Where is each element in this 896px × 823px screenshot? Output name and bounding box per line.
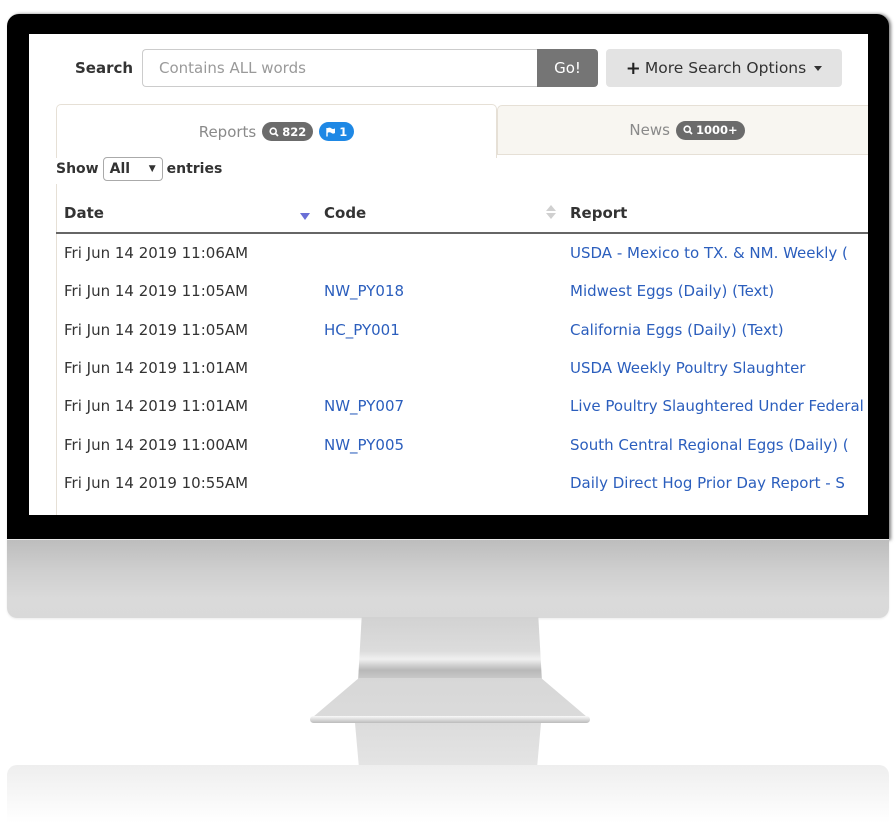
cell-report-link[interactable]: Daily Direct Hog Prior Day Report - S xyxy=(562,464,868,502)
reports-search-count-badge: 822 xyxy=(262,122,314,141)
table-row: Fri Jun 14 2019 11:05AM HC_PY001 Califor… xyxy=(56,311,868,349)
tab-reports-label: Reports xyxy=(198,122,257,141)
caret-down-icon xyxy=(814,65,823,71)
tab-news[interactable]: News 1000+ xyxy=(497,105,868,155)
cell-code[interactable]: NW_PY007 xyxy=(316,387,562,425)
flag-icon xyxy=(326,127,336,136)
column-header-code-label: Code xyxy=(324,204,367,222)
monitor-stand-neck xyxy=(358,617,542,682)
cell-code[interactable] xyxy=(316,233,562,272)
reports-flag-count: 1 xyxy=(339,124,348,139)
cell-date: Fri Jun 14 2019 11:06AM xyxy=(64,244,249,263)
cell-report-link[interactable]: Live Poultry Slaughtered Under Federal xyxy=(562,387,868,425)
entries-label: entries xyxy=(166,161,223,177)
monitor-stand-reflection xyxy=(355,723,541,765)
monitor-stand-foot xyxy=(312,678,588,718)
tab-reports[interactable]: Reports 822 1 xyxy=(56,104,497,158)
column-header-date[interactable]: Date xyxy=(56,194,316,234)
entries-select[interactable]: All ▼ xyxy=(102,157,163,181)
table-row: Fri Jun 14 2019 11:01AM NW_PY007 Live Po… xyxy=(56,387,868,425)
entries-selected-value: All xyxy=(109,161,131,177)
monitor-stand-edge xyxy=(310,716,590,723)
cell-date: Fri Jun 14 2019 11:01AM xyxy=(64,397,249,416)
table-row: Fri Jun 14 2019 11:00AM NW_PY005 South C… xyxy=(56,425,868,463)
show-label: Show xyxy=(56,161,99,177)
monitor-reflection xyxy=(7,765,889,823)
search-icon xyxy=(683,125,693,135)
search-label: Search xyxy=(75,59,134,77)
reports-flag-count-badge: 1 xyxy=(319,122,355,141)
cell-report-link[interactable]: Midwest Eggs (Daily) (Text) xyxy=(562,272,868,310)
tab-news-label: News xyxy=(629,121,670,139)
cell-date: Fri Jun 14 2019 11:05AM xyxy=(64,282,249,301)
cell-code[interactable]: HC_PY001 xyxy=(316,311,562,349)
table-row: Fri Jun 14 2019 11:01AM USDA Weekly Poul… xyxy=(56,349,868,387)
cell-date: Fri Jun 14 2019 11:01AM xyxy=(64,359,249,378)
cell-code[interactable]: NW_PY018 xyxy=(316,272,562,310)
search-input[interactable] xyxy=(142,49,537,87)
more-search-options-label: More Search Options xyxy=(644,59,807,77)
show-entries: Show All ▼ entries xyxy=(56,157,222,181)
sort-both-icon xyxy=(546,205,556,219)
table-header-row: Date Code Report xyxy=(56,194,868,234)
monitor-chin xyxy=(7,539,889,618)
table-row: Fri Jun 14 2019 11:05AM NW_PY018 Midwest… xyxy=(56,272,868,310)
table-row: Fri Jun 14 2019 11:06AM USDA - Mexico to… xyxy=(56,233,868,272)
column-header-date-label: Date xyxy=(64,204,104,222)
cell-report-link[interactable]: South Central Regional Eggs (Daily) ( xyxy=(562,425,868,463)
cell-report-link[interactable]: USDA Weekly Poultry Slaughter xyxy=(562,349,868,387)
plus-icon: + xyxy=(625,57,641,79)
sort-descending-icon xyxy=(300,213,310,220)
news-search-count-badge: 1000+ xyxy=(675,120,745,140)
cell-report-link[interactable]: California Eggs (Daily) (Text) xyxy=(562,311,868,349)
cell-code[interactable] xyxy=(316,349,562,387)
cell-report-link[interactable]: USDA - Mexico to TX. & NM. Weekly ( xyxy=(562,233,868,272)
cell-date: Fri Jun 14 2019 11:00AM xyxy=(64,435,249,454)
news-search-count: 1000+ xyxy=(695,123,738,137)
reports-search-count: 822 xyxy=(282,124,307,139)
cell-code[interactable]: NW_PY005 xyxy=(316,425,562,463)
go-button[interactable]: Go! xyxy=(537,49,598,87)
column-header-report[interactable]: Report xyxy=(562,194,868,234)
table-row: Fri Jun 14 2019 10:55AM Daily Direct Hog… xyxy=(56,464,868,502)
reports-table: Date Code Report Fri Jun 14 2019 11:06AM… xyxy=(56,194,868,502)
column-header-report-label: Report xyxy=(570,204,628,222)
more-search-options-button[interactable]: + More Search Options xyxy=(606,49,842,87)
screen: Search Go! + More Search Options Reports… xyxy=(29,34,868,515)
cell-date: Fri Jun 14 2019 11:05AM xyxy=(64,320,249,339)
search-icon xyxy=(269,126,279,137)
dropdown-arrow-icon: ▼ xyxy=(148,164,156,174)
cell-code[interactable] xyxy=(316,464,562,502)
column-header-code[interactable]: Code xyxy=(316,194,562,234)
cell-date: Fri Jun 14 2019 10:55AM xyxy=(64,473,249,492)
